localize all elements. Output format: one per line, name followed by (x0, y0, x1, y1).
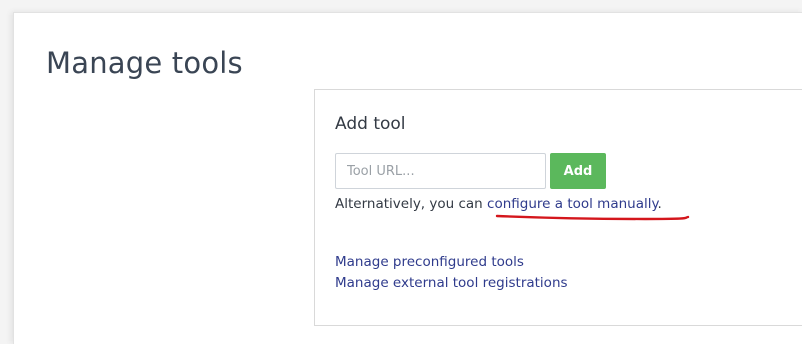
tool-links: Manage preconfigured tools Manage extern… (335, 252, 568, 294)
add-button[interactable]: Add (550, 153, 606, 189)
alternative-text: Alternatively, you can configure a tool … (335, 196, 662, 212)
alternative-suffix: . (657, 196, 662, 212)
page-content: Manage tools Add tool Add Alternatively,… (13, 12, 802, 344)
configure-manually-link[interactable]: configure a tool manually (487, 196, 658, 212)
red-underline-annotation (495, 214, 690, 221)
page-title: Manage tools (46, 46, 243, 80)
manage-preconfigured-tools-link[interactable]: Manage preconfigured tools (335, 252, 568, 273)
add-tool-card: Add tool Add Alternatively, you can conf… (314, 89, 802, 326)
tool-url-input[interactable] (335, 153, 546, 189)
red-underline-stroke (495, 214, 690, 221)
manage-external-tool-registrations-link[interactable]: Manage external tool registrations (335, 273, 568, 294)
add-tool-heading: Add tool (335, 114, 406, 134)
alternative-prefix: Alternatively, you can (335, 196, 488, 212)
